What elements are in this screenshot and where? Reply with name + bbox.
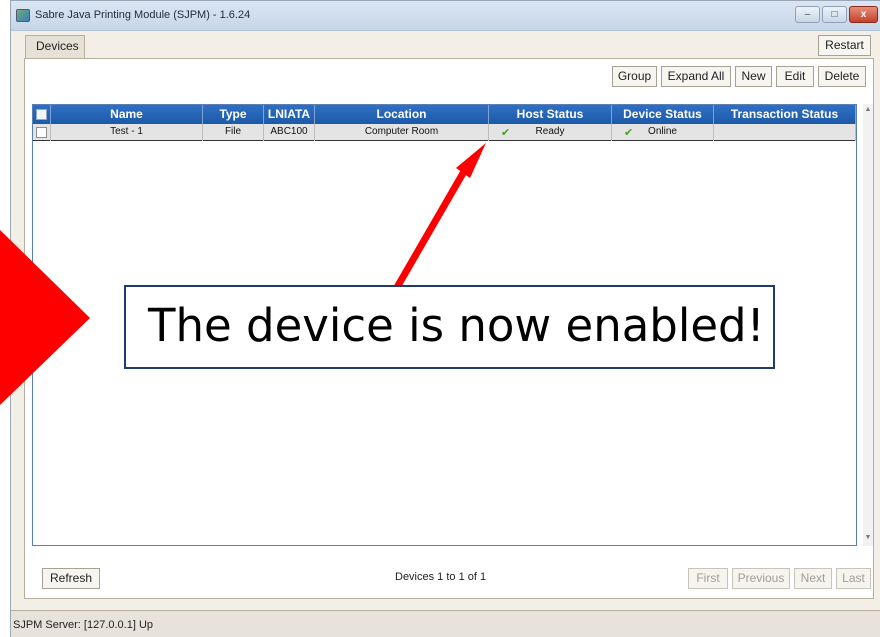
column-header-lniata[interactable]: LNIATA (264, 105, 315, 124)
checkmark-icon: ✔ (501, 127, 511, 139)
app-icon (16, 9, 30, 22)
title-bar: Sabre Java Printing Module (SJPM) - 1.6.… (11, 1, 880, 31)
maximize-button[interactable]: □ (822, 6, 847, 23)
column-header-host-status[interactable]: Host Status (489, 105, 612, 124)
expand-all-button[interactable]: Expand All (661, 66, 731, 87)
group-button[interactable]: Group (612, 66, 657, 87)
server-status: SJPM Server: [127.0.0.1] Up (13, 619, 154, 631)
minimize-button[interactable]: – (795, 6, 820, 23)
select-all-checkbox[interactable] (36, 109, 47, 120)
scroll-down-arrow-icon[interactable]: ▼ (863, 534, 873, 544)
device-status-text: Online (648, 126, 677, 137)
window-title: Sabre Java Printing Module (SJPM) - 1.6.… (35, 9, 251, 21)
last-page-button[interactable]: Last (836, 568, 871, 589)
pager-status: Devices 1 to 1 of 1 (395, 571, 487, 583)
previous-page-button[interactable]: Previous (732, 568, 790, 589)
table-row[interactable]: Test - 1 File ABC100 Computer Room ✔ Rea… (33, 124, 856, 141)
cell-host-status: ✔ Ready (489, 124, 612, 141)
row-checkbox[interactable] (36, 127, 47, 138)
first-page-button[interactable]: First (688, 568, 728, 589)
host-status-text: Ready (535, 126, 565, 137)
checkmark-icon: ✔ (624, 127, 634, 139)
annotation-text: The device is now enabled! (148, 299, 765, 352)
close-button[interactable]: x (849, 6, 878, 23)
next-page-button[interactable]: Next (794, 568, 832, 589)
scroll-up-arrow-icon[interactable]: ▲ (863, 106, 873, 116)
row-select-cell (33, 124, 51, 141)
column-header-transaction-status[interactable]: Transaction Status (714, 105, 856, 124)
refresh-button[interactable]: Refresh (42, 568, 100, 589)
cell-transaction-status (714, 124, 856, 141)
cell-location: Computer Room (315, 124, 489, 141)
status-bar: SJPM Server: [127.0.0.1] Up (11, 610, 880, 637)
cell-type: File (203, 124, 264, 141)
column-header-type[interactable]: Type (203, 105, 264, 124)
column-header-device-status[interactable]: Device Status (612, 105, 714, 124)
cell-device-status: ✔ Online (612, 124, 714, 141)
new-button[interactable]: New (735, 66, 772, 87)
restart-button[interactable]: Restart (818, 35, 871, 56)
vertical-scrollbar[interactable]: ▲ ▼ (863, 104, 873, 546)
edit-button[interactable]: Edit (776, 66, 814, 87)
annotation-callout: The device is now enabled! (124, 285, 775, 369)
delete-button[interactable]: Delete (818, 66, 866, 87)
cell-name: Test - 1 (51, 124, 203, 141)
table-header: Name Type LNIATA Location Host Status De… (33, 105, 856, 124)
column-header-name[interactable]: Name (51, 105, 203, 124)
cell-lniata: ABC100 (264, 124, 315, 141)
tab-devices[interactable]: Devices (25, 35, 85, 58)
select-all-header (33, 105, 51, 124)
tab-bar: Devices Restart (11, 32, 880, 58)
column-header-location[interactable]: Location (315, 105, 489, 124)
